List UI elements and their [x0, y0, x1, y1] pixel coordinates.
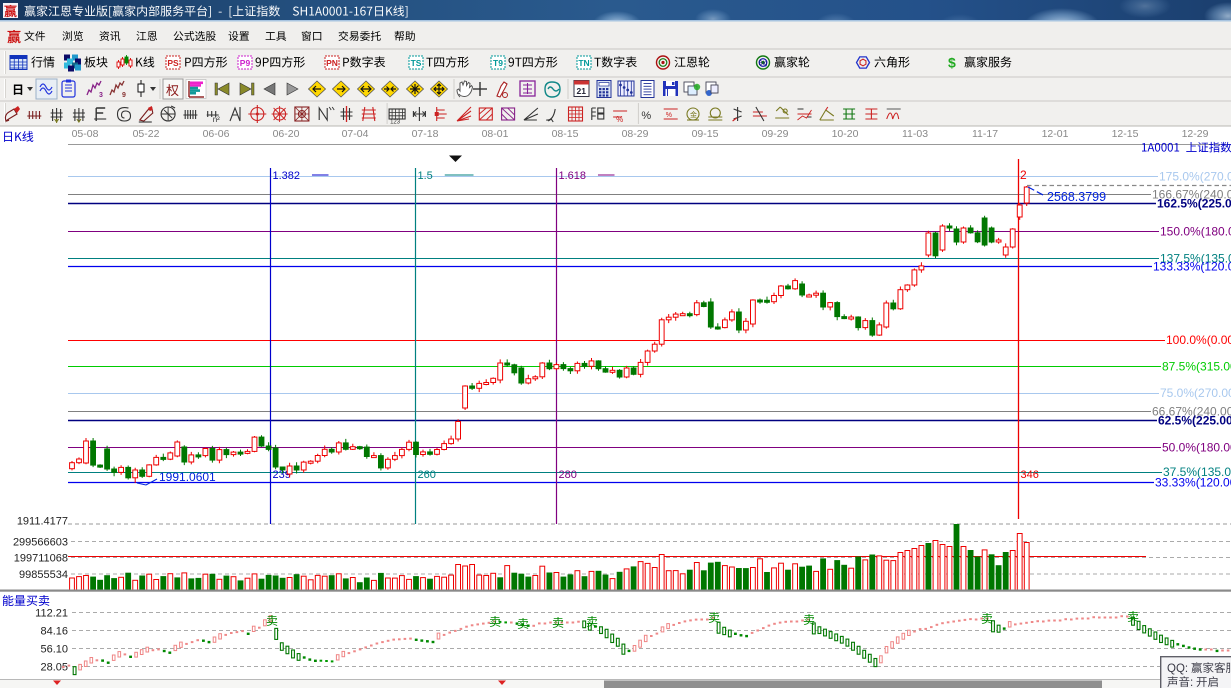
svg-text:84.16: 84.16 — [40, 626, 68, 638]
svg-text:09-15: 09-15 — [692, 128, 719, 140]
svg-text:06-06: 06-06 — [203, 128, 230, 140]
svg-text:75.0%(270.00): 75.0%(270.00) — [1160, 386, 1231, 400]
svg-text:2: 2 — [1020, 168, 1027, 182]
svg-text:260: 260 — [418, 469, 436, 481]
svg-text:1.382: 1.382 — [273, 170, 301, 182]
svg-text:33.33%(120.00): 33.33%(120.00) — [1155, 476, 1231, 490]
svg-text:133.33%(120.00): 133.33%(120.00) — [1153, 260, 1231, 274]
svg-text:PN: PN — [326, 58, 338, 68]
svg-text:07-04: 07-04 — [342, 128, 369, 140]
svg-text:12-29: 12-29 — [1182, 128, 1209, 140]
svg-text:10-20: 10-20 — [832, 128, 859, 140]
svg-text:%: % — [616, 115, 623, 124]
svg-text:11-17: 11-17 — [972, 128, 998, 140]
svg-text:05-08: 05-08 — [72, 128, 99, 140]
svg-text:$: $ — [948, 55, 956, 71]
svg-text:1.618: 1.618 — [559, 170, 587, 182]
svg-text:99855534: 99855534 — [19, 569, 68, 581]
svg-text:06-20: 06-20 — [273, 128, 300, 140]
svg-text:1991.0601: 1991.0601 — [159, 470, 216, 484]
svg-text:3: 3 — [99, 92, 103, 99]
svg-text:346: 346 — [1021, 469, 1039, 481]
svg-text:21: 21 — [577, 86, 587, 96]
svg-text:150.0%(180.00): 150.0%(180.00) — [1160, 225, 1231, 239]
svg-text:62.5%(225.00): 62.5%(225.00) — [1158, 414, 1231, 428]
svg-text:100.0%(0.00): 100.0%(0.00) — [1166, 333, 1231, 347]
svg-text:TS: TS — [411, 58, 422, 68]
svg-text:299566603: 299566603 — [13, 537, 68, 549]
svg-text:175.0%(270.00): 175.0%(270.00) — [1159, 170, 1231, 184]
svg-text:11-03: 11-03 — [902, 128, 928, 140]
svg-text:T9: T9 — [493, 58, 503, 68]
svg-text:1.5: 1.5 — [418, 170, 433, 182]
svg-text:50.0%(180.00): 50.0%(180.00) — [1162, 441, 1231, 455]
svg-text:123: 123 — [390, 120, 401, 126]
svg-text::: : — [1190, 677, 1193, 688]
svg-text:199711068: 199711068 — [14, 553, 68, 565]
svg-text:n²: n² — [213, 115, 220, 124]
svg-text:QQ:: QQ: — [1167, 663, 1188, 675]
svg-text:PS: PS — [167, 58, 179, 68]
svg-text:%: % — [641, 110, 651, 122]
svg-text:08-15: 08-15 — [552, 128, 579, 140]
svg-text:1911.4177: 1911.4177 — [17, 516, 68, 528]
svg-text:12-01: 12-01 — [1042, 128, 1069, 140]
svg-text:09-29: 09-29 — [762, 128, 789, 140]
svg-text:P9: P9 — [240, 58, 251, 68]
svg-text:112.21: 112.21 — [35, 608, 68, 620]
svg-text:87.5%(315.00): 87.5%(315.00) — [1162, 360, 1231, 374]
svg-text:05-22: 05-22 — [133, 128, 160, 140]
svg-text:TN: TN — [578, 58, 589, 68]
svg-text:12-15: 12-15 — [1112, 128, 1139, 140]
svg-text:280: 280 — [559, 469, 577, 481]
svg-text:Big: Big — [759, 61, 768, 67]
svg-text:162.5%(225.00): 162.5%(225.00) — [1157, 197, 1231, 211]
svg-text:08-01: 08-01 — [482, 128, 509, 140]
svg-text:%: % — [666, 112, 672, 119]
svg-text:2568.3799: 2568.3799 — [1047, 190, 1106, 204]
svg-text:08-29: 08-29 — [622, 128, 649, 140]
svg-text:56.10: 56.10 — [40, 644, 68, 656]
svg-text:金: 金 — [690, 110, 697, 119]
svg-text:9: 9 — [122, 92, 126, 99]
svg-text:07-18: 07-18 — [412, 128, 439, 140]
